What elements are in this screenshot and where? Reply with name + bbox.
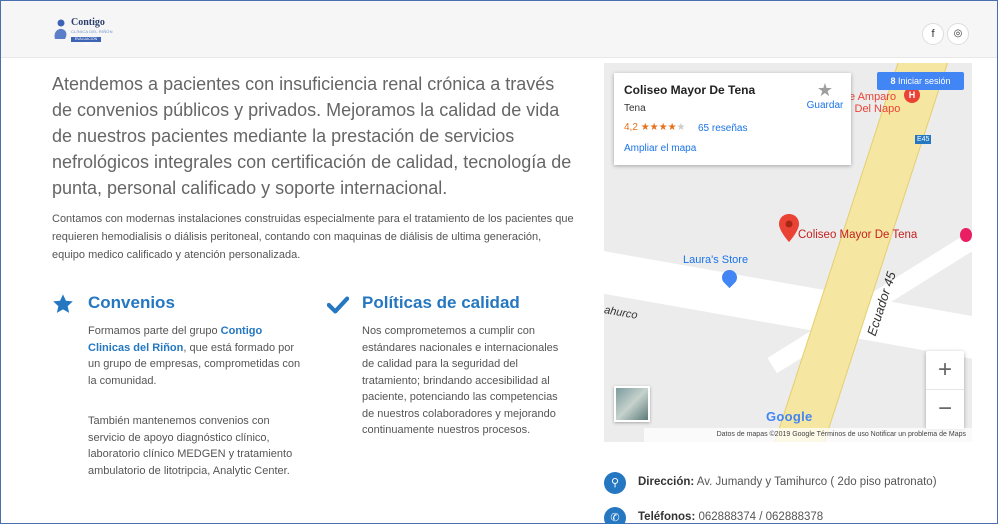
map-poi-label: e Amparo l Del Napo [849, 91, 901, 115]
map-pin-label: Coliseo Mayor De Tena [798, 229, 918, 241]
phone-value: 062888374 / 062888378 [695, 511, 824, 523]
place-city: Tena [624, 103, 646, 114]
brand-subtitle: CLÍNICA DEL RIÑÓN [71, 29, 113, 34]
address-label: Dirección: [638, 476, 695, 488]
signin-label: Iniciar sesión [898, 76, 951, 86]
save-button[interactable]: ★ Guardar [803, 80, 847, 111]
place-rating: 4,2 ★★★★★ [624, 122, 686, 133]
save-label: Guardar [806, 100, 844, 111]
calidad-text: Nos comprometemos a cumplir con estándar… [362, 325, 559, 436]
road-shield: E45 [915, 135, 932, 144]
brand-badge: EVALUACIÓN TENA [71, 37, 101, 46]
brand-logo[interactable]: Contigo CLÍNICA DEL RIÑÓN EVALUACIÓN TEN… [53, 15, 131, 49]
kidney-logo-icon [54, 19, 67, 39]
map-attribution[interactable]: Datos de mapas ©2019 Google Términos de … [644, 428, 972, 442]
address-value: Av. Jumandy y Tamihurco ( 2do piso patro… [694, 476, 937, 488]
convenios-text-2: También mantenemos convenios con servici… [88, 415, 293, 477]
check-icon [327, 296, 349, 314]
calidad-title: Políticas de calidad [362, 293, 520, 312]
convenios-text: Formamos parte del grupo Contigo Clinica… [88, 323, 303, 389]
brand-name: Contigo [71, 17, 105, 28]
star-outline-icon: ★ [816, 80, 834, 100]
instagram-icon[interactable]: ◎ [947, 23, 969, 45]
map-pin-icon[interactable] [778, 213, 800, 243]
reviews-link[interactable]: 65 reseñas [698, 123, 747, 134]
description-text: Contamos con modernas instalaciones cons… [52, 213, 574, 261]
expand-map-link[interactable]: Ampliar el mapa [624, 143, 696, 154]
phone-icon: ✆ [604, 507, 626, 524]
location-pin-icon: ⚲ [604, 472, 626, 494]
convenios-text-intro: Formamos parte del grupo [88, 325, 221, 337]
rating-stars: ★★★★ [640, 122, 677, 133]
google-g-icon: 8 [890, 76, 896, 86]
google-logo: Google [766, 409, 813, 424]
satellite-toggle[interactable] [614, 386, 650, 422]
convenios-title: Convenios [88, 293, 175, 312]
site-header: Contigo CLÍNICA DEL RIÑÓN EVALUACIÓN TEN… [1, 1, 997, 58]
phone-label: Teléfonos: [638, 511, 696, 523]
rating-value: 4,2 [624, 122, 638, 133]
poi-pink-icon [960, 228, 972, 242]
map-street-label: ahurco [604, 304, 639, 322]
address-text: Dirección: Av. Jumandy y Tamihurco ( 2do… [638, 476, 937, 488]
facebook-icon[interactable]: f [922, 23, 944, 45]
zoom-out-button[interactable]: − [926, 390, 964, 429]
store-label: Laura's Store [683, 254, 749, 266]
google-map[interactable]: ahurco Ecuador 45 e Amparo l Del Napo H … [604, 63, 972, 442]
rating-star-empty: ★ [676, 122, 686, 133]
zoom-in-button[interactable]: + [926, 351, 964, 390]
zoom-control: + − [926, 351, 964, 429]
phone-text: Teléfonos: 062888374 / 062888378 [638, 511, 823, 523]
star-icon [53, 294, 73, 313]
intro-text: Atendemos a pacientes con insuficiencia … [52, 74, 572, 198]
place-title: Coliseo Mayor De Tena [624, 83, 756, 97]
signin-button[interactable]: 8 Iniciar sesión [877, 72, 964, 90]
place-card: Coliseo Mayor De Tena Tena 4,2 ★★★★★ 65 … [614, 73, 851, 165]
